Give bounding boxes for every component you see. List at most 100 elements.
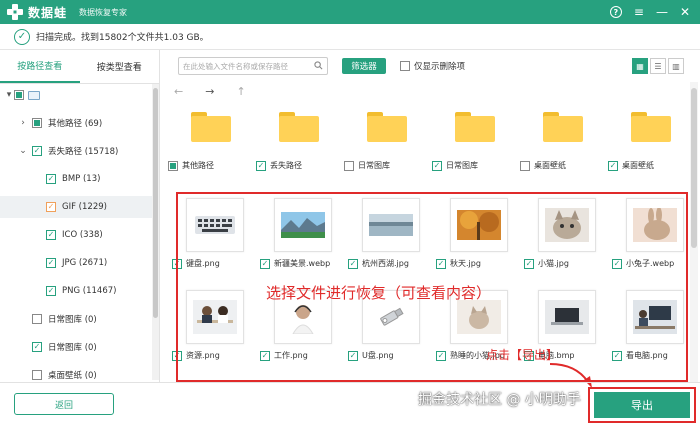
tree-item-png[interactable]: ✓ PNG (11467) bbox=[0, 280, 152, 302]
tree-checkbox[interactable]: ✓ bbox=[46, 202, 56, 212]
folder-tree: ▾ › 其他路径 (69) ⌄ ✓ 丢失路径 (15718) ✓ BMP (13… bbox=[0, 84, 159, 380]
file-tile[interactable]: ✓ 看电脑.png bbox=[612, 290, 688, 361]
tree-item-lost-paths[interactable]: ⌄ ✓ 丢失路径 (15718) bbox=[0, 140, 152, 162]
tile-checkbox[interactable]: ✓ bbox=[172, 350, 182, 361]
tree-checkbox[interactable]: ✓ bbox=[46, 258, 56, 268]
tile-checkbox[interactable] bbox=[520, 160, 530, 171]
file-name: U盘.png bbox=[362, 351, 394, 360]
folder-tile[interactable]: 其他路径 bbox=[168, 100, 254, 171]
tree-item-label: JPG (2671) bbox=[62, 258, 108, 268]
tile-checkbox[interactable] bbox=[168, 160, 178, 171]
tile-checkbox[interactable]: ✓ bbox=[260, 258, 270, 269]
search-placeholder: 在此处输入文件名称或保存路径 bbox=[183, 61, 288, 71]
expand-arrow-icon[interactable]: ▾ bbox=[4, 90, 14, 100]
tree-checkbox[interactable] bbox=[32, 118, 42, 128]
select-files-hint: 选择文件进行恢复（可查看内容） bbox=[266, 284, 492, 302]
folder-tile[interactable]: ✓ 日常图库 bbox=[432, 100, 518, 171]
file-name: 桌面壁纸 bbox=[622, 161, 654, 170]
tile-checkbox[interactable]: ✓ bbox=[348, 258, 358, 269]
tile-checkbox[interactable] bbox=[344, 160, 354, 171]
file-tile[interactable]: ✓ 小兔子.webp bbox=[612, 198, 688, 269]
grid-view-icon[interactable]: ▦ bbox=[632, 58, 648, 74]
keyboard-image-icon bbox=[186, 198, 244, 252]
tree-item-bmp[interactable]: ✓ BMP (13) bbox=[0, 168, 152, 190]
sidebar-scrollbar[interactable] bbox=[152, 84, 159, 380]
tile-checkbox[interactable]: ✓ bbox=[436, 258, 446, 269]
file-tile[interactable]: ✓ 新疆美景.webp bbox=[260, 198, 346, 269]
tree-checkbox[interactable]: ✓ bbox=[32, 342, 42, 352]
deleted-only-toggle[interactable]: 仅显示删除项 bbox=[400, 60, 465, 72]
tab-by-path[interactable]: 按路径查看 bbox=[0, 50, 80, 83]
tree-checkbox[interactable]: ✓ bbox=[46, 286, 56, 296]
folder-icon bbox=[631, 112, 671, 142]
back-arrow-icon[interactable]: ← bbox=[174, 85, 183, 98]
chevron-down-icon[interactable]: ⌄ bbox=[18, 146, 28, 156]
tile-checkbox[interactable]: ✓ bbox=[608, 160, 618, 171]
scrollbar-thumb[interactable] bbox=[691, 88, 697, 248]
file-tile[interactable]: ✓ 杭州西湖.jpg bbox=[348, 198, 434, 269]
tile-checkbox[interactable]: ✓ bbox=[172, 258, 182, 269]
tree-checkbox[interactable] bbox=[32, 370, 42, 380]
forward-arrow-icon[interactable]: → bbox=[205, 85, 214, 98]
tree-checkbox[interactable]: ✓ bbox=[46, 174, 56, 184]
tree-item-gif[interactable]: ✓ GIF (1229) bbox=[0, 196, 152, 218]
search-input[interactable]: 在此处输入文件名称或保存路径 bbox=[178, 57, 328, 75]
tree-checkbox[interactable]: ✓ bbox=[32, 146, 42, 156]
minimize-button[interactable]: — bbox=[656, 6, 668, 18]
file-tile[interactable]: ✓ 秋天.jpg bbox=[436, 198, 522, 269]
close-button[interactable]: ✕ bbox=[680, 6, 690, 18]
file-tile[interactable]: ✓ 资源.png bbox=[172, 290, 258, 361]
tile-checkbox[interactable]: ✓ bbox=[260, 350, 270, 361]
view-switcher: ▦ ☰ ▥ bbox=[632, 58, 684, 74]
back-button[interactable]: 返回 bbox=[14, 393, 114, 415]
filter-button[interactable]: 筛选器 bbox=[342, 58, 386, 74]
tree-item-daily-gallery[interactable]: 日常图库 (0) bbox=[0, 308, 152, 330]
tile-checkbox[interactable]: ✓ bbox=[436, 350, 446, 361]
scrollbar-thumb[interactable] bbox=[153, 88, 158, 318]
grid-scrollbar[interactable] bbox=[690, 82, 698, 382]
tree-item-daily-gallery-2[interactable]: ✓ 日常图库 (0) bbox=[0, 336, 152, 358]
tree-item-jpg[interactable]: ✓ JPG (2671) bbox=[0, 252, 152, 274]
landscape-image-icon bbox=[274, 198, 332, 252]
tab-by-type[interactable]: 按类型查看 bbox=[80, 50, 160, 83]
toolbar: 在此处输入文件名称或保存路径 筛选器 仅显示删除项 ▦ ☰ ▥ bbox=[168, 50, 700, 82]
chevron-right-icon[interactable]: › bbox=[18, 118, 28, 128]
export-button[interactable]: 导出 bbox=[594, 392, 690, 418]
folder-tile[interactable]: 桌面壁纸 bbox=[520, 100, 606, 171]
file-tile[interactable]: ✓ 键盘.png bbox=[172, 198, 258, 269]
folder-icon bbox=[191, 112, 231, 142]
kitten-image-icon bbox=[538, 198, 596, 252]
tile-checkbox[interactable]: ✓ bbox=[612, 258, 622, 269]
menu-icon[interactable]: ≡ bbox=[634, 6, 644, 18]
tile-checkbox[interactable]: ✓ bbox=[256, 160, 266, 171]
tile-checkbox[interactable]: ✓ bbox=[524, 258, 534, 269]
search-icon[interactable] bbox=[314, 60, 323, 72]
tile-checkbox[interactable]: ✓ bbox=[432, 160, 442, 171]
tree-item-label: 日常图库 (0) bbox=[48, 315, 97, 325]
folder-tile[interactable]: ✓ 丢失路径 bbox=[256, 100, 342, 171]
tree-checkbox[interactable] bbox=[14, 90, 24, 100]
folder-tile[interactable]: 日常图库 bbox=[344, 100, 430, 171]
detail-view-icon[interactable]: ▥ bbox=[668, 58, 684, 74]
folder-tile[interactable]: ✓ 桌面壁纸 bbox=[608, 100, 688, 171]
tree-item-other-paths[interactable]: › 其他路径 (69) bbox=[0, 112, 152, 134]
tree-item-desktop-wallpaper[interactable]: 桌面壁纸 (0) bbox=[0, 364, 152, 380]
app-subtitle: 数据恢复专家 bbox=[79, 7, 128, 17]
folder-icon bbox=[543, 112, 583, 142]
tree-item-ico[interactable]: ✓ ICO (338) bbox=[0, 224, 152, 246]
tree-checkbox[interactable]: ✓ bbox=[46, 230, 56, 240]
file-tile[interactable]: ✓ 小猫.jpg bbox=[524, 198, 610, 269]
list-view-icon[interactable]: ☰ bbox=[650, 58, 666, 74]
view-mode-tabs: 按路径查看 按类型查看 bbox=[0, 50, 159, 84]
deleted-only-checkbox[interactable] bbox=[400, 61, 410, 71]
up-arrow-icon[interactable]: ↑ bbox=[236, 85, 245, 98]
help-icon[interactable]: ? bbox=[609, 6, 622, 18]
file-name: 日常图库 bbox=[446, 161, 478, 170]
tree-item-drive[interactable]: ▾ bbox=[0, 84, 152, 106]
tile-checkbox[interactable]: ✓ bbox=[612, 350, 622, 361]
file-name: 键盘.png bbox=[186, 259, 220, 268]
tree-checkbox[interactable] bbox=[32, 314, 42, 324]
file-name: 小猫.jpg bbox=[538, 259, 569, 268]
tile-checkbox[interactable]: ✓ bbox=[348, 350, 358, 361]
watermark: 掘金技术社区 @ 小明助手 bbox=[418, 392, 581, 408]
